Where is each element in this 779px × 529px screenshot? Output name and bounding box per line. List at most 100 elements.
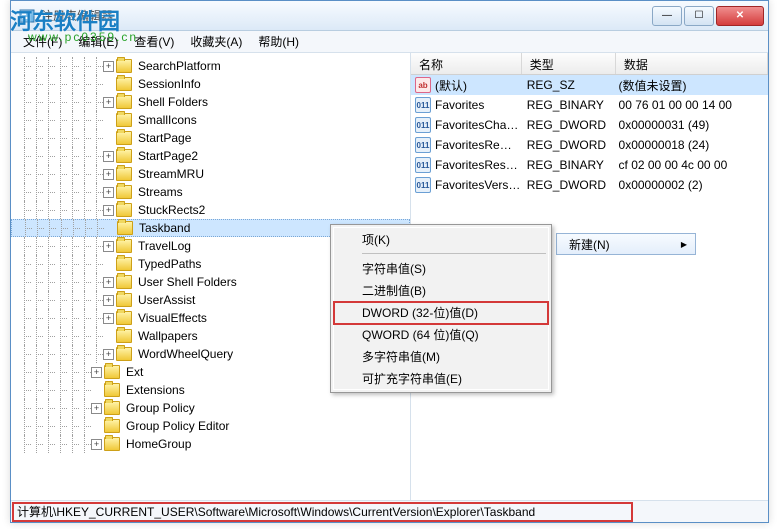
tree-item[interactable]: +StuckRects2 (11, 201, 410, 219)
tree-expander[interactable]: + (103, 187, 114, 198)
minimize-button[interactable]: — (652, 6, 682, 26)
cell-data: 0x00000002 (2) (619, 178, 768, 192)
tree-guide (79, 309, 91, 327)
tree-expander[interactable]: + (103, 313, 114, 324)
context-item[interactable]: 多字符串值(M) (334, 345, 548, 367)
tree-expander[interactable]: + (103, 295, 114, 306)
tree-guide (91, 201, 103, 219)
tree-item-label: Ext (124, 365, 145, 379)
list-row[interactable]: 011FavoritesResol...REG_BINARYcf 02 00 0… (411, 155, 768, 175)
column-header-name[interactable]: 名称 (411, 53, 522, 74)
tree-item-label: Extensions (124, 383, 187, 397)
tree-guide (31, 381, 43, 399)
context-item[interactable]: DWORD (32-位)值(D) (334, 301, 548, 323)
tree-guide (67, 147, 79, 165)
tree-guide (19, 147, 31, 165)
tree-guide (43, 237, 55, 255)
tree-item[interactable]: SmallIcons (11, 111, 410, 129)
maximize-button[interactable]: ☐ (684, 6, 714, 26)
tree-guide (43, 273, 55, 291)
tree-expander[interactable]: + (103, 349, 114, 360)
tree-item[interactable]: StartPage (11, 129, 410, 147)
binary-value-icon: 011 (415, 117, 431, 133)
tree-guide (19, 417, 31, 435)
menubar: 文件(F) 编辑(E) 查看(V) 收藏夹(A) 帮助(H) (11, 31, 768, 53)
list-row[interactable]: ab(默认)REG_SZ(数值未设置) (411, 75, 768, 95)
close-button[interactable]: ✕ (716, 6, 764, 26)
tree-expander[interactable]: + (91, 367, 102, 378)
tree-expander[interactable]: + (103, 205, 114, 216)
context-item[interactable]: 可扩充字符串值(E) (334, 367, 548, 389)
tree-expander[interactable]: + (103, 61, 114, 72)
window-title: 注册表编辑器 (41, 7, 650, 24)
folder-icon (116, 185, 132, 199)
tree-guide (43, 291, 55, 309)
cell-name: FavoritesRemo... (435, 138, 527, 152)
list-row[interactable]: 011FavoritesChan...REG_DWORD0x00000031 (… (411, 115, 768, 135)
tree-expander[interactable]: + (91, 439, 102, 450)
cell-type: REG_DWORD (527, 178, 619, 192)
tree-guide (31, 399, 43, 417)
tree-item[interactable]: +StreamMRU (11, 165, 410, 183)
context-separator (362, 253, 546, 254)
tree-item[interactable]: +StartPage2 (11, 147, 410, 165)
tree-guide (31, 255, 43, 273)
menu-help[interactable]: 帮助(H) (250, 31, 307, 52)
tree-item[interactable]: +Group Policy (11, 399, 410, 417)
tree-guide (67, 399, 79, 417)
tree-item-label: Shell Folders (136, 95, 210, 109)
cell-name: Favorites (435, 98, 527, 112)
folder-icon (116, 77, 132, 91)
list-row[interactable]: 011FavoritesRemo...REG_DWORD0x00000018 (… (411, 135, 768, 155)
tree-guide (79, 129, 91, 147)
tree-item[interactable]: SessionInfo (11, 75, 410, 93)
tree-guide (43, 165, 55, 183)
menu-edit[interactable]: 编辑(E) (70, 31, 126, 52)
tree-expander[interactable]: + (103, 151, 114, 162)
context-item[interactable]: 字符串值(S) (334, 257, 548, 279)
column-header-data[interactable]: 数据 (616, 53, 768, 74)
menu-favorites[interactable]: 收藏夹(A) (182, 31, 250, 52)
context-item[interactable]: QWORD (64 位)值(Q) (334, 323, 548, 345)
context-item[interactable]: 项(K) (334, 228, 548, 250)
tree-guide (43, 363, 55, 381)
tree-expander[interactable]: + (91, 403, 102, 414)
tree-guide (79, 399, 91, 417)
tree-guide (91, 237, 103, 255)
tree-guide (55, 201, 67, 219)
menu-file[interactable]: 文件(F) (15, 31, 70, 52)
tree-guide (31, 165, 43, 183)
tree-guide (19, 345, 31, 363)
folder-icon (116, 95, 132, 109)
menu-view[interactable]: 查看(V) (126, 31, 182, 52)
tree-expander[interactable]: + (103, 169, 114, 180)
column-header-type[interactable]: 类型 (522, 53, 616, 74)
tree-guide (91, 345, 103, 363)
tree-item[interactable]: +SearchPlatform (11, 57, 410, 75)
tree-item-label: Streams (136, 185, 185, 199)
tree-item[interactable]: + Shell Folders (11, 93, 410, 111)
tree-item[interactable]: + Streams (11, 183, 410, 201)
tree-item-label: TravelLog (136, 239, 193, 253)
context-submenu-parent[interactable]: 新建(N) (556, 233, 696, 255)
tree-guide (19, 399, 31, 417)
tree-guide (79, 435, 91, 453)
cell-type: REG_BINARY (527, 158, 619, 172)
tree-expander[interactable]: + (103, 97, 114, 108)
tree-guide (43, 381, 55, 399)
list-row[interactable]: 011FavoritesREG_BINARY00 76 01 00 00 14 … (411, 95, 768, 115)
list-row[interactable]: 011FavoritesVersionREG_DWORD0x00000002 (… (411, 175, 768, 195)
cell-data: (数值未设置) (619, 77, 768, 94)
tree-guide (79, 201, 91, 219)
statusbar: 计算机\HKEY_CURRENT_USER\Software\Microsoft… (11, 500, 768, 522)
folder-icon (116, 149, 132, 163)
context-item[interactable]: 二进制值(B) (334, 279, 548, 301)
tree-item[interactable]: Group Policy Editor (11, 417, 410, 435)
tree-expander[interactable]: + (103, 277, 114, 288)
tree-item[interactable]: +HomeGroup (11, 435, 410, 453)
cell-type: REG_DWORD (527, 118, 619, 132)
tree-expander[interactable]: + (103, 241, 114, 252)
tree-guide (91, 129, 103, 147)
folder-icon (104, 365, 120, 379)
tree-guide (43, 417, 55, 435)
